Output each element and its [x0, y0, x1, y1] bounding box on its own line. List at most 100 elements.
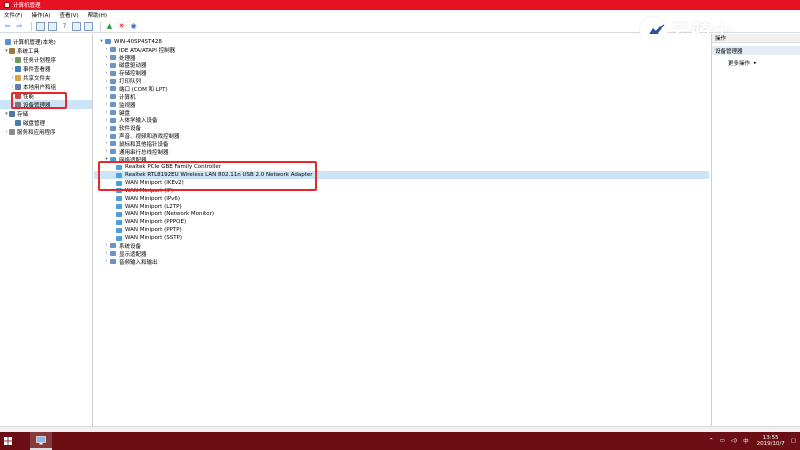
scan-hardware-icon[interactable]: ◉	[129, 22, 138, 31]
update-driver-icon[interactable]: ▲	[105, 22, 114, 31]
tree-task-scheduler[interactable]: › 任务计划程序	[0, 55, 92, 64]
notification-icon[interactable]: ▢	[791, 438, 796, 444]
category-label: 系统设备	[119, 243, 142, 250]
device-category[interactable]: › 处理器	[94, 54, 709, 62]
task-scheduler-icon	[15, 56, 21, 63]
device-category[interactable]: › 计算机	[94, 93, 709, 101]
device-category[interactable]: › 音频输入和输出	[94, 258, 709, 266]
chevron-right-icon[interactable]: ›	[103, 94, 110, 99]
chevron-right-icon[interactable]: ›	[103, 55, 110, 60]
chevron-right-icon[interactable]: ›	[103, 149, 110, 154]
device-category[interactable]: › 键盘	[94, 109, 709, 117]
volume-icon[interactable]: ◁)	[731, 438, 737, 444]
menu-file[interactable]: 文件(F)	[4, 11, 22, 19]
network-adapter-item[interactable]: WAN Miniport (PPPOE)	[94, 218, 709, 226]
network-adapter-item[interactable]: WAN Miniport (Network Monitor)	[94, 211, 709, 219]
menu-view[interactable]: 查看(V)	[60, 11, 79, 19]
category-label: 人体学输入设备	[119, 118, 158, 125]
device-category[interactable]: › 声音、视频和游戏控制器	[94, 132, 709, 140]
chevron-right-icon[interactable]: ›	[103, 79, 110, 84]
start-button[interactable]	[0, 432, 16, 450]
device-category[interactable]: › 软件设备	[94, 124, 709, 132]
taskbar-computer-management[interactable]	[30, 432, 52, 450]
tree-shared-folders[interactable]: › 共享文件夹	[0, 73, 92, 82]
tree-system-tools[interactable]: ▾ 系统工具	[0, 46, 92, 55]
back-icon[interactable]: ⇦	[3, 22, 12, 31]
event-viewer-icon	[15, 65, 21, 72]
network-icon[interactable]: ▭	[719, 438, 724, 444]
chevron-right-icon[interactable]: ›	[103, 63, 110, 68]
network-adapter-item[interactable]: WAN Miniport (IPv6)	[94, 195, 709, 203]
actions-header: 操作	[712, 34, 800, 43]
tree-storage[interactable]: ▾ 存储	[0, 109, 92, 118]
device-category[interactable]: › 系统设备	[94, 242, 709, 250]
device-category[interactable]: › 人体学输入设备	[94, 116, 709, 124]
computer-name: WIN-40SP4ST428	[114, 38, 162, 45]
device-category[interactable]: › 通用串行总线控制器	[94, 148, 709, 156]
device-category-icon	[110, 251, 116, 257]
category-label: IDE ATA/ATAPI 控制器	[119, 47, 176, 54]
clock[interactable]: 13:55 2019/10/7	[757, 435, 785, 448]
forward-icon[interactable]: ⇨	[15, 22, 24, 31]
actions-section-label: 设备管理器	[715, 48, 743, 55]
more-actions[interactable]: 更多操作 ▸	[712, 58, 800, 67]
help-icon[interactable]: ?	[60, 22, 69, 31]
category-label: 监视器	[119, 102, 136, 109]
network-adapter-item[interactable]: WAN Miniport (PPTP)	[94, 226, 709, 234]
chevron-right-icon[interactable]: ›	[103, 47, 110, 52]
chevron-right-icon[interactable]: ›	[103, 251, 110, 256]
chevron-up-icon[interactable]: ⌃	[709, 438, 714, 444]
input-method[interactable]: 中	[743, 437, 749, 445]
chevron-right-icon[interactable]: ›	[103, 259, 110, 264]
chevron-right-icon[interactable]: ›	[103, 243, 110, 248]
show-hide-tree-icon[interactable]	[36, 21, 45, 31]
chevron-right-icon[interactable]: ›	[103, 118, 110, 123]
category-label: 显示适配器	[119, 251, 147, 258]
tree-local-users[interactable]: › 本地用户和组	[0, 82, 92, 91]
chevron-right-icon[interactable]: ›	[103, 126, 110, 131]
chevron-right-icon[interactable]: ›	[103, 134, 110, 139]
tree-label: 系统工具	[17, 48, 40, 55]
expand-arrow-icon[interactable]: ▾	[98, 39, 105, 44]
chevron-right-icon[interactable]: ›	[103, 141, 110, 146]
network-adapter-icon	[116, 235, 122, 241]
device-category[interactable]: › 磁盘驱动器	[94, 62, 709, 70]
chevron-right-icon[interactable]: ›	[103, 86, 110, 91]
device-root[interactable]: ▾ WIN-40SP4ST428	[94, 38, 709, 46]
more-actions-label: 更多操作	[728, 60, 751, 67]
actions-section-device-manager[interactable]: 设备管理器	[712, 46, 800, 55]
computer-icon	[105, 39, 111, 45]
menu-help[interactable]: 帮助(H)	[88, 11, 107, 19]
network-adapter-item[interactable]: WAN Miniport (L2TP)	[94, 203, 709, 211]
device-category[interactable]: › 显示适配器	[94, 250, 709, 258]
chevron-right-icon[interactable]: ›	[103, 110, 110, 115]
device-category[interactable]: › 监视器	[94, 101, 709, 109]
actions-pane: 操作 设备管理器 更多操作 ▸	[711, 34, 800, 426]
device-category[interactable]: › 存储控制器	[94, 69, 709, 77]
tree-services[interactable]: › 服务和应用程序	[0, 127, 92, 136]
device-category[interactable]: › IDE ATA/ATAPI 控制器	[94, 46, 709, 54]
device-category-icon	[110, 149, 116, 155]
network-adapter-item[interactable]: WAN Miniport (SSTP)	[94, 234, 709, 242]
tree-label: 存储	[17, 111, 29, 118]
tools-icon	[9, 47, 15, 54]
properties-icon[interactable]	[48, 21, 57, 31]
chevron-right-icon[interactable]: ›	[103, 102, 110, 107]
device-category-icon	[110, 47, 116, 53]
device-category[interactable]: › 鼠标和其他指针设备	[94, 140, 709, 148]
trailing-category-list: › 系统设备 › 显示适配器 › 音频输入和输出	[94, 242, 709, 266]
window-title: 计算机管理	[13, 3, 41, 9]
tree-root[interactable]: 计算机管理(本地)	[0, 37, 92, 46]
device-category[interactable]: › 打印队列	[94, 77, 709, 85]
title-bar: 计算机管理	[0, 0, 800, 10]
device-tree: ▾ WIN-40SP4ST428 › IDE ATA/ATAPI 控制器 › 处理器 ›…	[94, 34, 709, 426]
tree-disk-management[interactable]: 磁盘管理	[0, 118, 92, 127]
menu-action[interactable]: 操作(A)	[31, 11, 50, 19]
tree-event-viewer[interactable]: › 事件查看器	[0, 64, 92, 73]
category-label: 磁盘驱动器	[119, 63, 147, 70]
device-category[interactable]: › 端口 (COM 和 LPT)	[94, 85, 709, 93]
uninstall-icon[interactable]: ✕	[117, 22, 126, 31]
chevron-right-icon[interactable]: ›	[103, 71, 110, 76]
monitor-icon[interactable]	[84, 21, 93, 31]
refresh-view-icon[interactable]	[72, 21, 81, 31]
